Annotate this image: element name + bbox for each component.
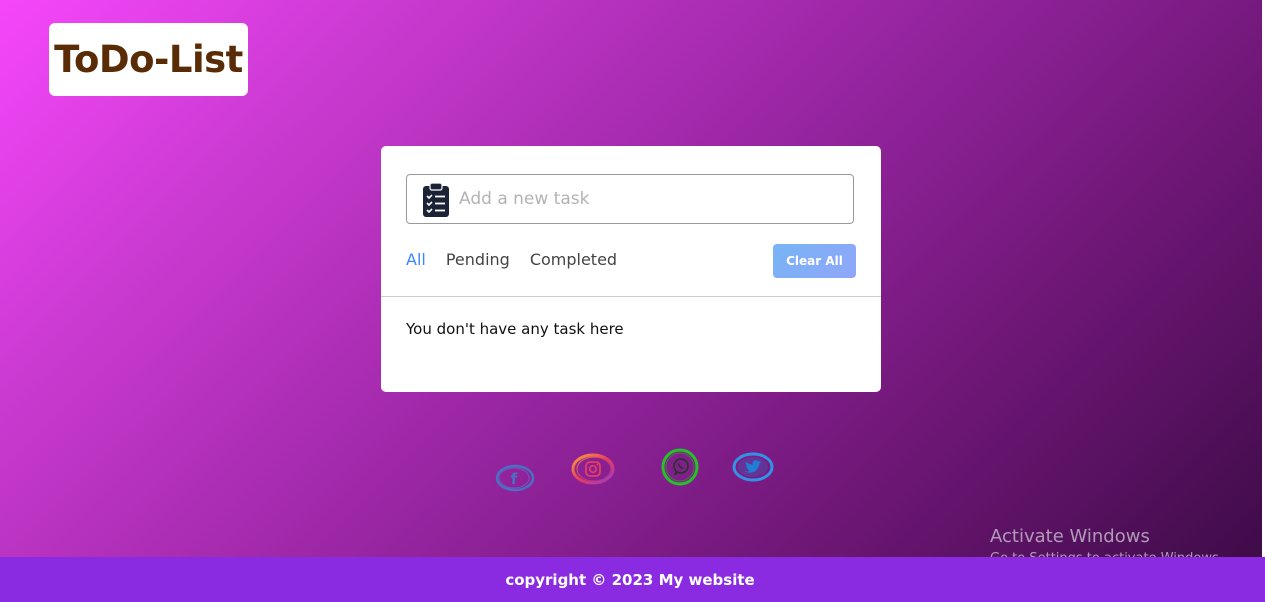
clipboard-icon [421, 182, 451, 218]
watermark-title: Activate Windows [990, 526, 1150, 547]
todo-card: All Pending Completed Clear All You don'… [381, 146, 881, 392]
divider [381, 296, 881, 297]
instagram-icon [571, 453, 615, 485]
filter-pending[interactable]: Pending [446, 250, 510, 269]
app-title: ToDo-List [54, 38, 243, 81]
footer-copyright: copyright © 2023 My website [505, 570, 755, 589]
filter-all[interactable]: All [406, 250, 426, 269]
whatsapp-icon [661, 448, 699, 486]
instagram-link[interactable] [570, 450, 618, 488]
task-input[interactable] [459, 183, 839, 215]
twitter-icon [732, 452, 774, 482]
filter-tabs: All Pending Completed [406, 250, 617, 269]
facebook-glyph: f [511, 470, 518, 488]
task-input-box [406, 174, 854, 224]
footer: copyright © 2023 My website [0, 557, 1265, 602]
facebook-icon: f [495, 464, 535, 492]
whatsapp-link[interactable] [658, 446, 702, 488]
filter-completed[interactable]: Completed [530, 250, 617, 269]
twitter-link[interactable] [732, 450, 776, 484]
empty-task-message: You don't have any task here [406, 320, 624, 338]
clear-all-button[interactable]: Clear All [773, 244, 856, 278]
app-logo: ToDo-List [49, 23, 248, 96]
facebook-link[interactable]: f [494, 460, 536, 496]
